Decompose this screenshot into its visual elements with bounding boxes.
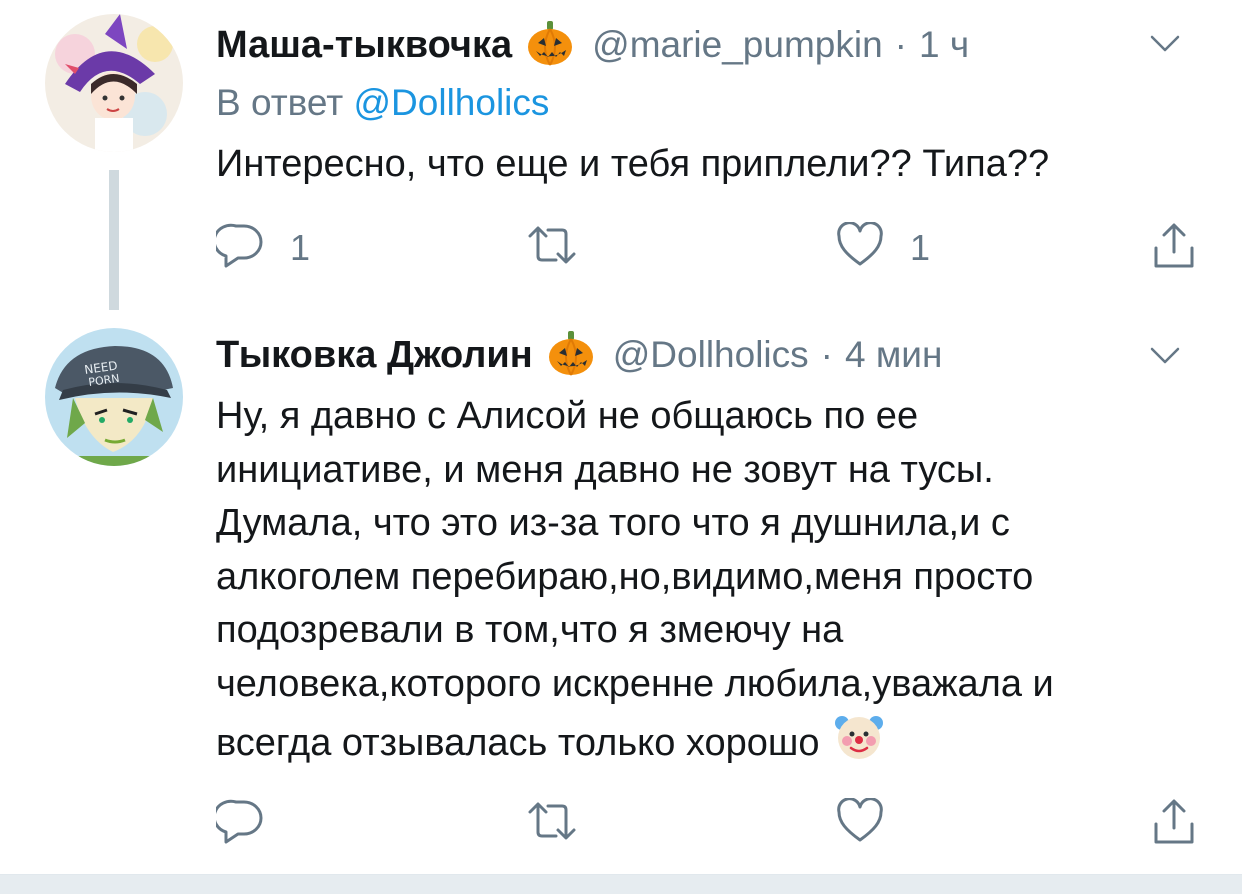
retweet-icon — [526, 222, 578, 273]
share-button[interactable] — [1152, 798, 1196, 851]
tweet-text-line: Думала, что это из-за того что я душнила… — [216, 502, 1010, 544]
tweet-text-line: Ну, я давно с Алисой не общаюсь по ее — [216, 395, 919, 437]
tweet-text-line-last: всегда отзывалась только хорошо — [216, 711, 1206, 777]
like-icon — [836, 221, 884, 273]
tweet-text-line: всегда отзывалась только хорошо — [216, 722, 820, 764]
tweet-text: Интересно, что еще и тебя приплели?? Тип… — [216, 143, 1050, 185]
pumpkin-emoji — [547, 330, 595, 381]
reply-button[interactable] — [212, 798, 290, 849]
retweet-button[interactable] — [526, 222, 604, 273]
like-button[interactable] — [836, 797, 910, 849]
user-handle[interactable]: @marie_pumpkin — [592, 24, 883, 66]
reply-icon — [212, 222, 264, 273]
tweet-text-line: инициативе, и меня давно не зовут на тус… — [216, 448, 994, 491]
like-icon — [836, 797, 884, 849]
tweet-header: Тыковка Джолин @Dollholics · 4 мин — [216, 330, 942, 381]
like-count: 1 — [910, 226, 931, 268]
tweet-text: Ну, я давно с Алисой не общаюсь по ее ин… — [216, 390, 1206, 777]
tweet-2[interactable]: NEED PORN Тыковка Джолин @Dollholics · 4… — [0, 320, 1242, 874]
clown-face-emoji — [834, 711, 884, 777]
avatar[interactable]: NEED PORN — [45, 328, 183, 466]
chevron-down-icon[interactable] — [1150, 346, 1180, 366]
reply-count: 1 — [290, 226, 311, 268]
timestamp[interactable]: 4 мин — [845, 334, 942, 376]
like-button[interactable]: 1 — [836, 221, 931, 273]
retweet-icon — [526, 798, 578, 849]
tweet-text-line: алкоголем перебираю,но,видимо,меня прост… — [216, 555, 1034, 598]
chevron-down-icon[interactable] — [1150, 34, 1180, 54]
reply-icon — [212, 798, 264, 849]
reply-context: В ответ @Dollholics — [216, 82, 549, 124]
timestamp[interactable]: 1 ч — [919, 24, 969, 66]
pumpkin-emoji — [526, 20, 574, 71]
avatar[interactable] — [45, 14, 183, 152]
timeline-divider — [0, 874, 1242, 894]
tweet-text-line: подозревали в том,что я змеючу на — [216, 609, 844, 651]
tweet-header: Маша-тыквочка @marie_pumpkin · 1 ч — [216, 20, 969, 71]
share-icon — [1152, 222, 1196, 275]
user-handle[interactable]: @Dollholics — [613, 334, 809, 376]
separator-dot: · — [820, 334, 833, 375]
tweet-actions — [212, 797, 1206, 851]
tweet-text-line: человека,которого искренне любила,уважал… — [216, 662, 1054, 705]
tweet-actions: 1 1 — [212, 221, 1206, 275]
reply-button[interactable]: 1 — [212, 222, 311, 273]
reply-mention-link[interactable]: @Dollholics — [354, 82, 550, 123]
reply-prefix: В ответ — [216, 82, 344, 123]
retweet-button[interactable] — [526, 798, 604, 849]
share-icon — [1152, 798, 1196, 851]
thread-connector-line — [109, 170, 119, 310]
share-button[interactable] — [1152, 222, 1196, 275]
tweet-1[interactable]: Маша-тыквочка @marie_pumpkin · 1 ч В отв… — [0, 0, 1242, 320]
display-name[interactable]: Маша-тыквочка — [216, 24, 512, 67]
display-name[interactable]: Тыковка Джолин — [216, 334, 533, 377]
separator-dot: · — [894, 24, 907, 65]
